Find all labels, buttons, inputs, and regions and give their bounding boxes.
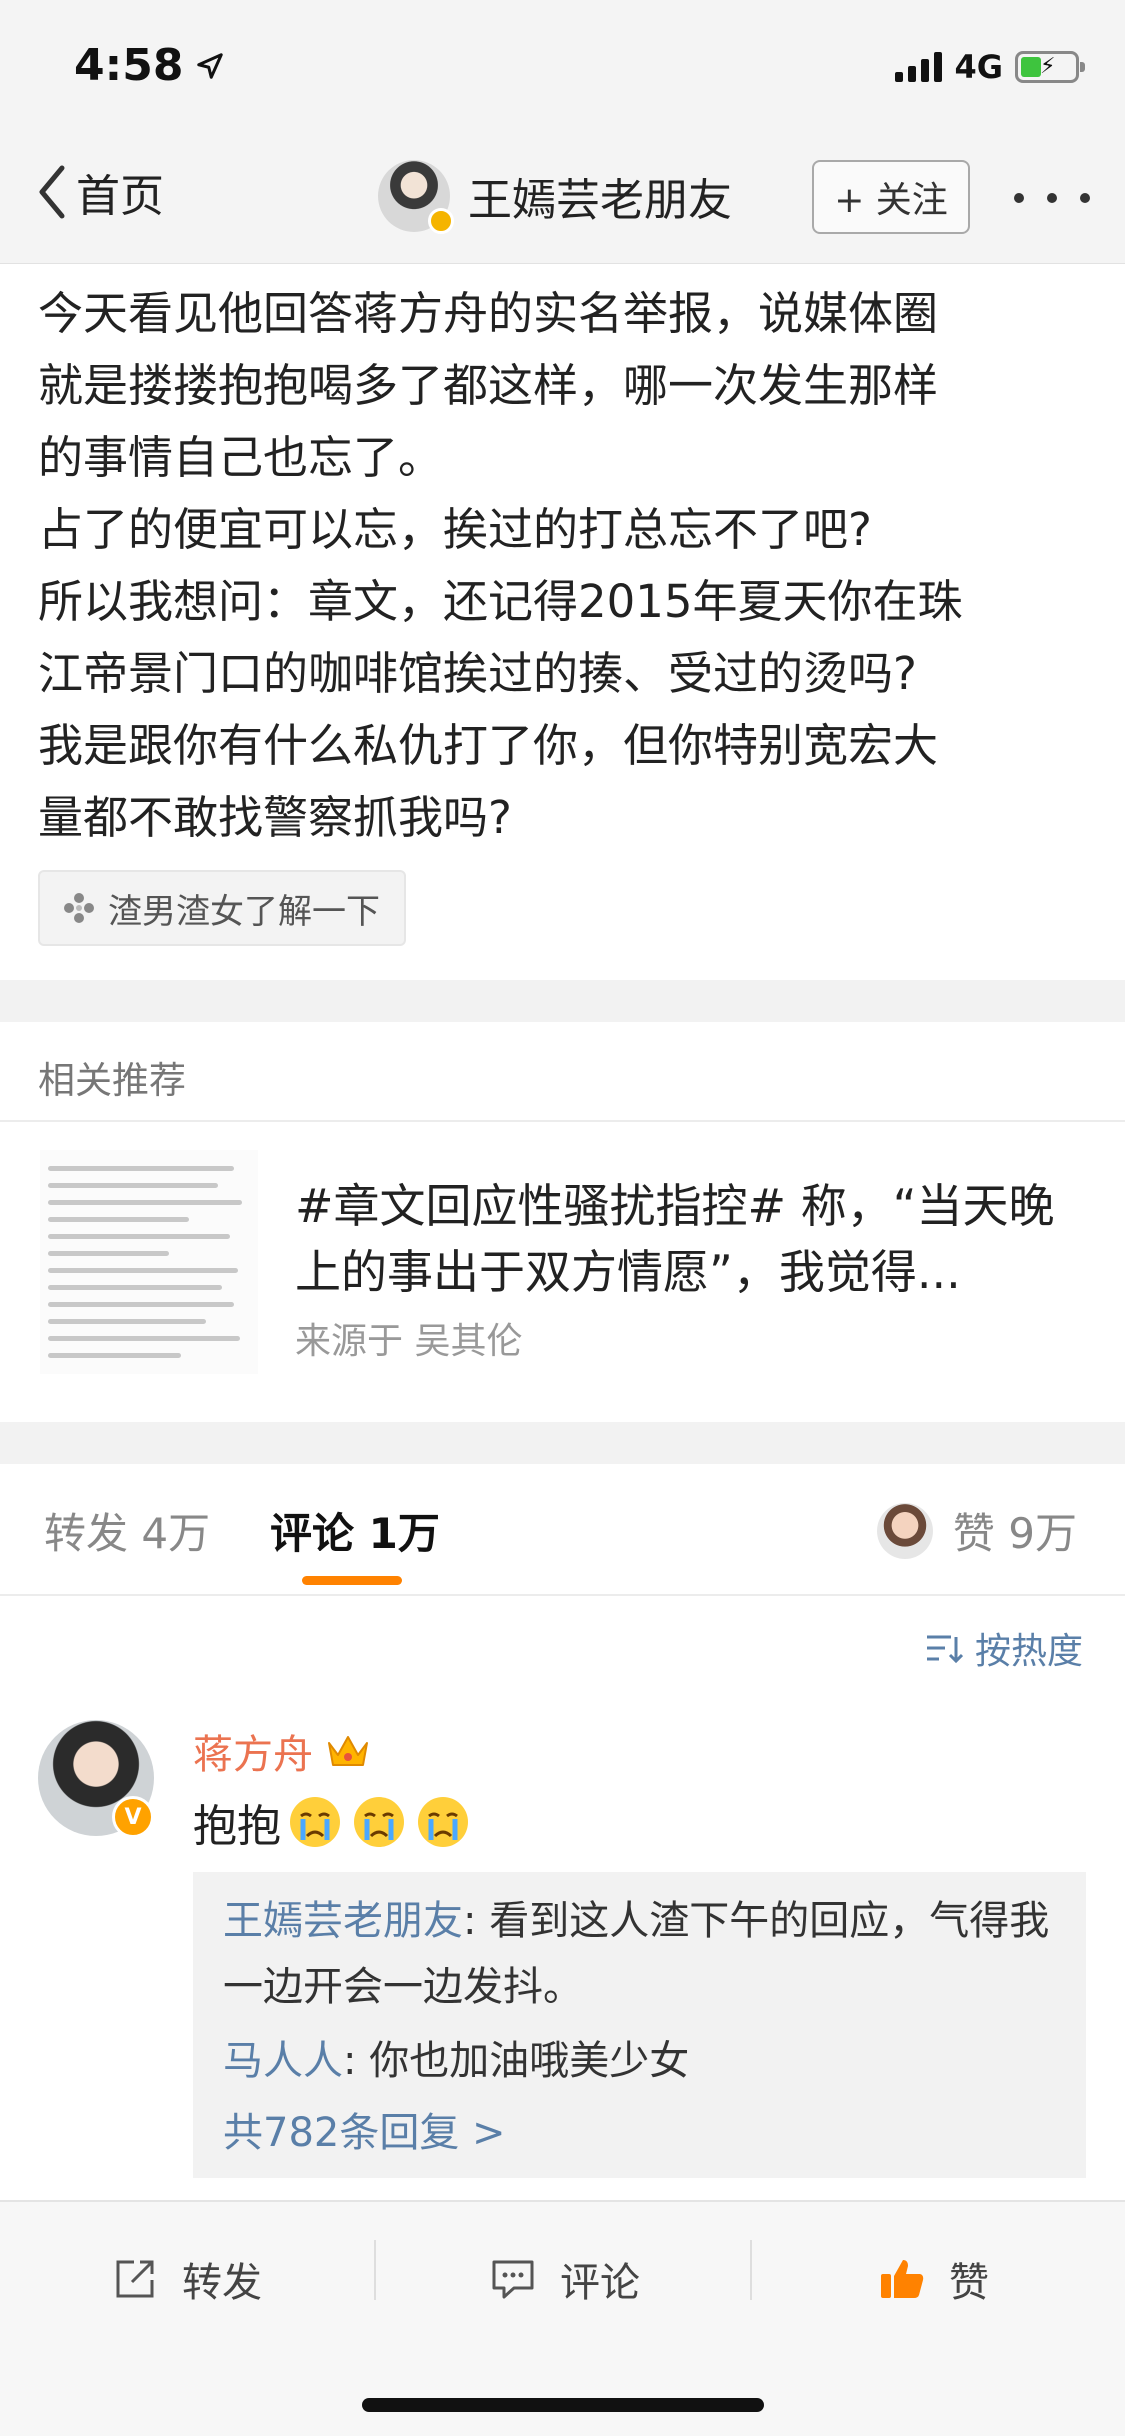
reply-item[interactable]: 王嫣芸老朋友: 看到这人渣下午的回应，气得我一边开会一边发抖。 [223,1888,1056,2020]
crying-emoji-icon [290,1797,340,1847]
more-options-icon[interactable] [1014,176,1090,220]
avatar [876,1502,933,1559]
thumbs-up-icon [881,2260,924,2298]
signal-icon [895,52,943,82]
tab-reposts[interactable]: 转发 4万 [44,1500,210,1561]
divider [0,1120,1125,1122]
network-type: 4G [954,48,1003,86]
comment-user[interactable]: 蒋方舟 [193,1722,373,1780]
comment-button[interactable]: 评论 [488,2250,640,2308]
sort-label: 按热度 [974,1631,1083,1672]
topic-label: 渣男渣女了解一下 [108,891,380,932]
crying-emoji-icon [418,1797,468,1847]
active-tab-indicator [302,1576,402,1585]
divider [374,2240,376,2300]
tab-likes-label: 赞 9万 [952,1509,1077,1558]
divider [0,1594,1125,1596]
crying-emoji-icon [354,1797,404,1847]
sort-icon [926,1635,963,1664]
comment-username: 蒋方舟 [193,1732,313,1778]
post-content: 今天看见他回答蒋方舟的实名举报，说媒体圈 就是搂搂抱抱喝多了都这样，哪一次发生那… [38,287,963,844]
status-indicators: 4G ⚡ [895,48,1085,86]
status-time-text: 4:58 [74,40,184,91]
related-source: 来源于 吴其伦 [295,1321,523,1362]
comment-text: 抱抱 [193,1790,473,1854]
comment-icon [492,2260,534,2299]
like-button[interactable]: 赞 [877,2250,989,2308]
home-indicator[interactable] [362,2398,764,2412]
back-button[interactable]: 首页 [36,160,164,224]
view-all-replies-link[interactable]: 共782条回复 > [223,2100,1056,2166]
reply-username[interactable]: 马人人 [223,2038,343,2084]
follow-button[interactable]: + 关注 [812,160,970,234]
profile-name: 王嫣芸老朋友 [468,175,732,226]
tab-likes[interactable]: 赞 9万 [876,1500,1077,1561]
topic-tag[interactable]: 渣男渣女了解一下 [38,870,406,946]
related-post-text[interactable]: #章文回应性骚扰指控# 称，“当天晚上的事出于双方情愿”，我觉得... [295,1173,1095,1305]
crown-icon [328,1736,368,1766]
repost-button[interactable]: 转发 [110,2250,262,2308]
tab-comments[interactable]: 评论 1万 [270,1500,440,1561]
section-divider [0,1422,1125,1464]
reply-text: : 你也加油哦美少女 [343,2038,690,2084]
sort-button[interactable]: 按热度 [925,1622,1083,1674]
related-heading: 相关推荐 [38,1059,186,1102]
comment-text-label: 抱抱 [193,1801,281,1852]
like-label: 赞 [949,2260,989,2306]
verified-badge-icon [428,208,454,234]
profile-header[interactable]: 王嫣芸老朋友 [378,160,732,234]
divider [750,2240,752,2300]
location-arrow-icon [197,52,224,79]
top-bar: 4:58 4G ⚡ 首页 王嫣芸老朋友 + 关注 [0,0,1125,264]
reply-username[interactable]: 王嫣芸老朋友 [223,1898,463,1944]
replies-box[interactable]: 王嫣芸老朋友: 看到这人渣下午的回应，气得我一边开会一边发抖。 马人人: 你也加… [193,1872,1086,2178]
reply-item[interactable]: 马人人: 你也加油哦美少女 [223,2028,1056,2094]
repost-label: 转发 [182,2260,262,2306]
verified-badge-icon: V [112,1796,154,1838]
battery-icon: ⚡ [1015,51,1085,83]
status-time: 4:58 [74,40,225,91]
topic-icon [64,893,94,923]
related-thumbnail[interactable] [40,1150,258,1374]
bottom-action-bar: 转发 评论 赞 [0,2200,1125,2436]
back-label: 首页 [76,171,164,222]
avatar[interactable] [378,160,454,234]
section-divider [0,980,1125,1022]
share-icon [116,2260,154,2298]
comment-label: 评论 [560,2260,640,2306]
chevron-left-icon [39,165,65,219]
